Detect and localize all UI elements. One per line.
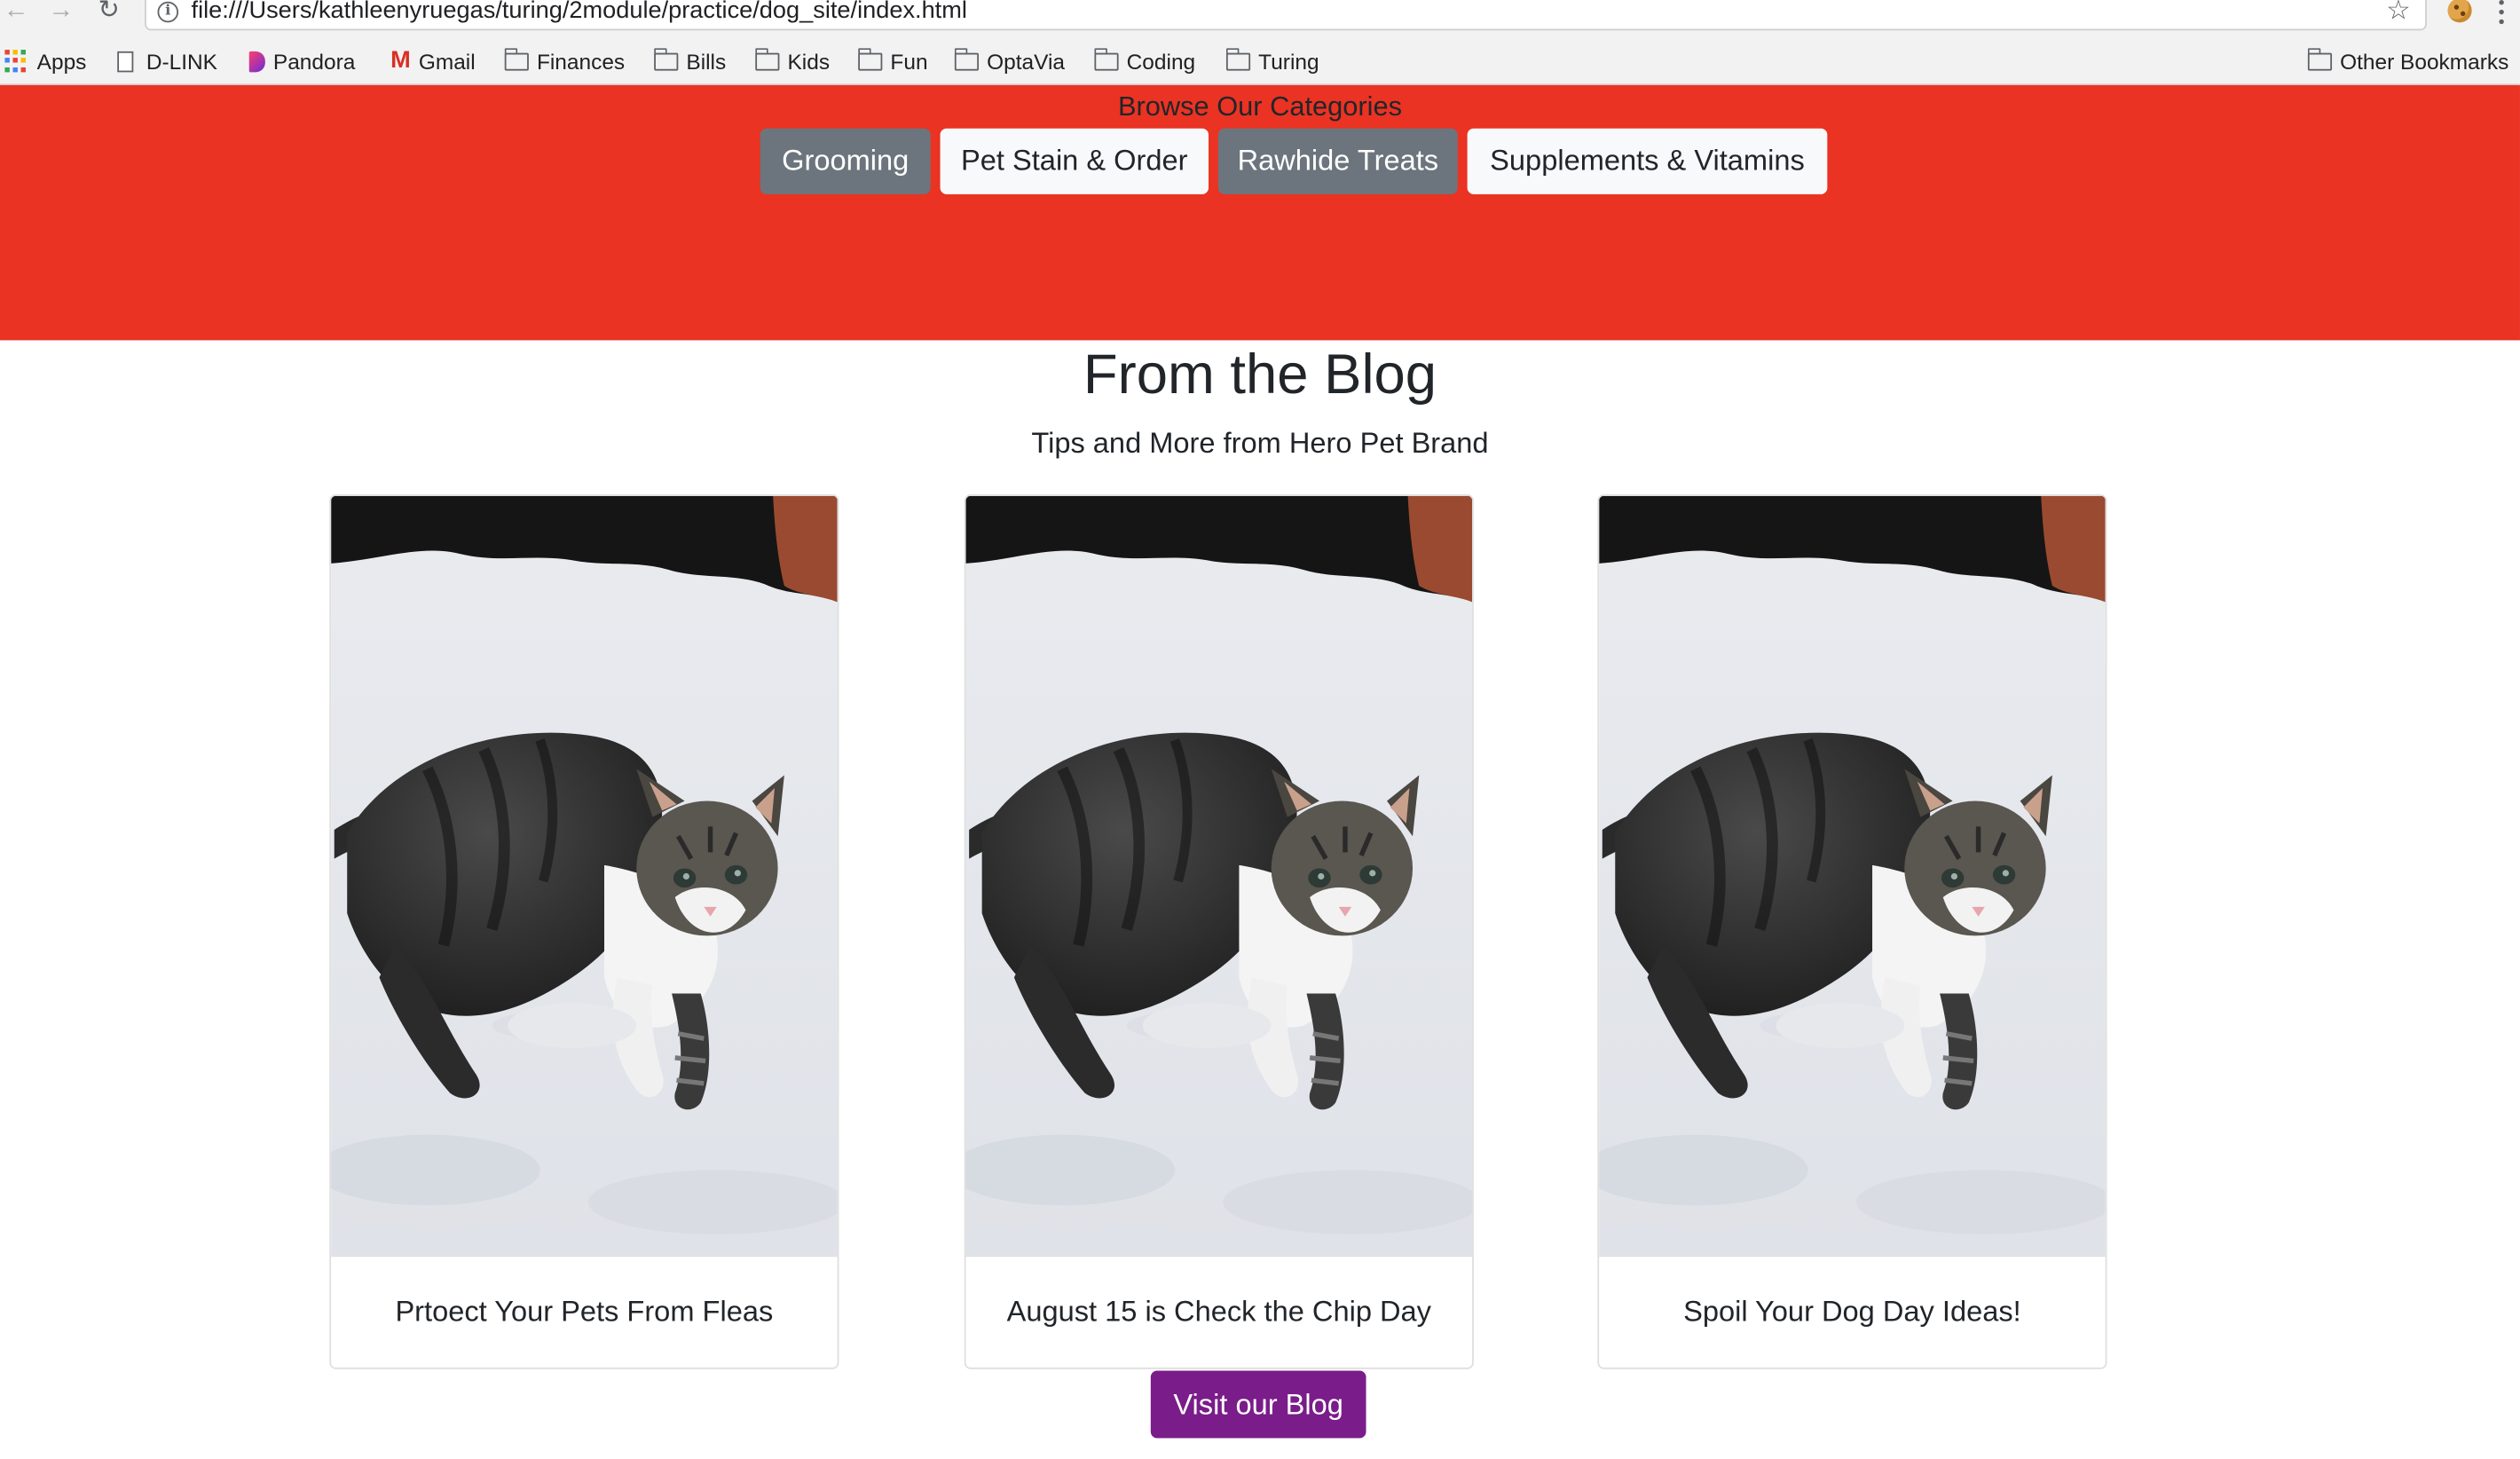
bookmark-pandora[interactable]: Pandora — [248, 46, 356, 75]
bookmark-fun[interactable]: Fun — [858, 46, 928, 75]
bookmark-label: Pandora — [272, 49, 356, 74]
info-icon[interactable]: i — [157, 1, 179, 23]
kitten-in-snow-photo[interactable] — [966, 496, 1473, 1255]
gmail-icon: M — [390, 46, 411, 75]
pandora-icon — [248, 50, 265, 72]
apps-grid-icon — [4, 49, 28, 73]
blog-card-caption[interactable]: Prtoect Your Pets From Fleas — [331, 1255, 838, 1368]
bookmark-label: Coding — [1126, 49, 1196, 74]
bookmark-label: Turing — [1258, 49, 1319, 74]
bookmark-label: Kids — [787, 49, 831, 74]
bookmark-label: Gmail — [418, 49, 476, 74]
bookmark-gmail[interactable]: M Gmail — [390, 46, 476, 75]
blog-card-caption[interactable]: Spoil Your Dog Day Ideas! — [1599, 1255, 2106, 1368]
folder-icon — [1094, 47, 1119, 70]
categories-banner: Browse Our Categories Grooming Pet Stain… — [0, 84, 2520, 341]
category-button-supplements-vitamins[interactable]: Supplements & Vitamins — [1467, 128, 1828, 194]
folder-icon — [858, 47, 883, 70]
kitten-in-snow-photo[interactable] — [1599, 496, 2106, 1255]
blog-subtitle: Tips and More from Hero Pet Brand — [1031, 427, 1489, 460]
folder-icon — [954, 47, 980, 70]
reload-icon[interactable]: ↻ — [98, 0, 119, 23]
vertical-dots-icon[interactable] — [2499, 0, 2505, 29]
cookie-icon[interactable] — [2447, 0, 2472, 23]
browser-window: ← → ↻ i file:///Users/kathleenyruegas/tu… — [0, 0, 2520, 1459]
bookmark-finances[interactable]: Finances — [504, 46, 626, 75]
blog-card[interactable]: Spoil Your Dog Day Ideas! — [1597, 494, 2107, 1369]
blog-card-caption[interactable]: August 15 is Check the Chip Day — [965, 1255, 1473, 1368]
bookmark-label: Fun — [890, 49, 928, 74]
bookmark-label: OptaVia — [987, 49, 1066, 74]
forward-arrow-icon[interactable]: → — [48, 0, 74, 23]
page-icon — [117, 50, 134, 72]
kitten-in-snow-photo[interactable] — [331, 496, 838, 1255]
bookmark-label: D-LINK — [146, 49, 217, 74]
url-text[interactable]: file:///Users/kathleenyruegas/turing/2mo… — [192, 0, 967, 24]
category-button-pet-stain-order[interactable]: Pet Stain & Order — [940, 128, 1209, 194]
bookmark-apps[interactable]: Apps — [4, 46, 86, 75]
bookmark-label: Other Bookmarks — [2340, 49, 2509, 74]
bookmark-label: Apps — [36, 49, 87, 74]
category-button-rawhide-treats[interactable]: Rawhide Treats — [1217, 128, 1458, 194]
category-button-grooming[interactable]: Grooming — [760, 128, 931, 194]
bookmark-coding[interactable]: Coding — [1094, 46, 1195, 75]
blog-card[interactable]: August 15 is Check the Chip Day — [964, 494, 1474, 1369]
bookmark-dlink[interactable]: D-LINK — [117, 46, 217, 75]
star-icon[interactable]: ☆ — [2386, 0, 2411, 24]
bookmark-kids[interactable]: Kids — [755, 46, 830, 75]
browser-toolbar: ← → ↻ i file:///Users/kathleenyruegas/tu… — [0, 0, 2520, 39]
bookmarks-bar: Apps D-LINK Pandora M Gmail Finances Bil… — [0, 38, 2520, 85]
address-bar[interactable]: i file:///Users/kathleenyruegas/turing/2… — [145, 0, 2427, 31]
blog-card[interactable]: Prtoect Your Pets From Fleas — [329, 494, 839, 1369]
categories-heading: Browse Our Categories — [1117, 91, 1402, 122]
bookmark-turing[interactable]: Turing — [1225, 46, 1319, 75]
folder-icon — [504, 47, 529, 70]
bookmark-label: Bills — [686, 49, 727, 74]
bookmark-label: Finances — [536, 49, 626, 74]
bookmark-other[interactable]: Other Bookmarks — [2307, 46, 2509, 75]
folder-icon — [755, 47, 780, 70]
blog-title: From the Blog — [1083, 343, 1437, 406]
bookmark-optavia[interactable]: OptaVia — [954, 46, 1066, 75]
visit-blog-button[interactable]: Visit our Blog — [1150, 1370, 1366, 1439]
back-arrow-icon[interactable]: ← — [4, 0, 29, 23]
folder-icon — [2307, 47, 2333, 70]
folder-icon — [1225, 47, 1251, 70]
folder-icon — [654, 47, 679, 70]
bookmark-bills[interactable]: Bills — [654, 46, 726, 75]
